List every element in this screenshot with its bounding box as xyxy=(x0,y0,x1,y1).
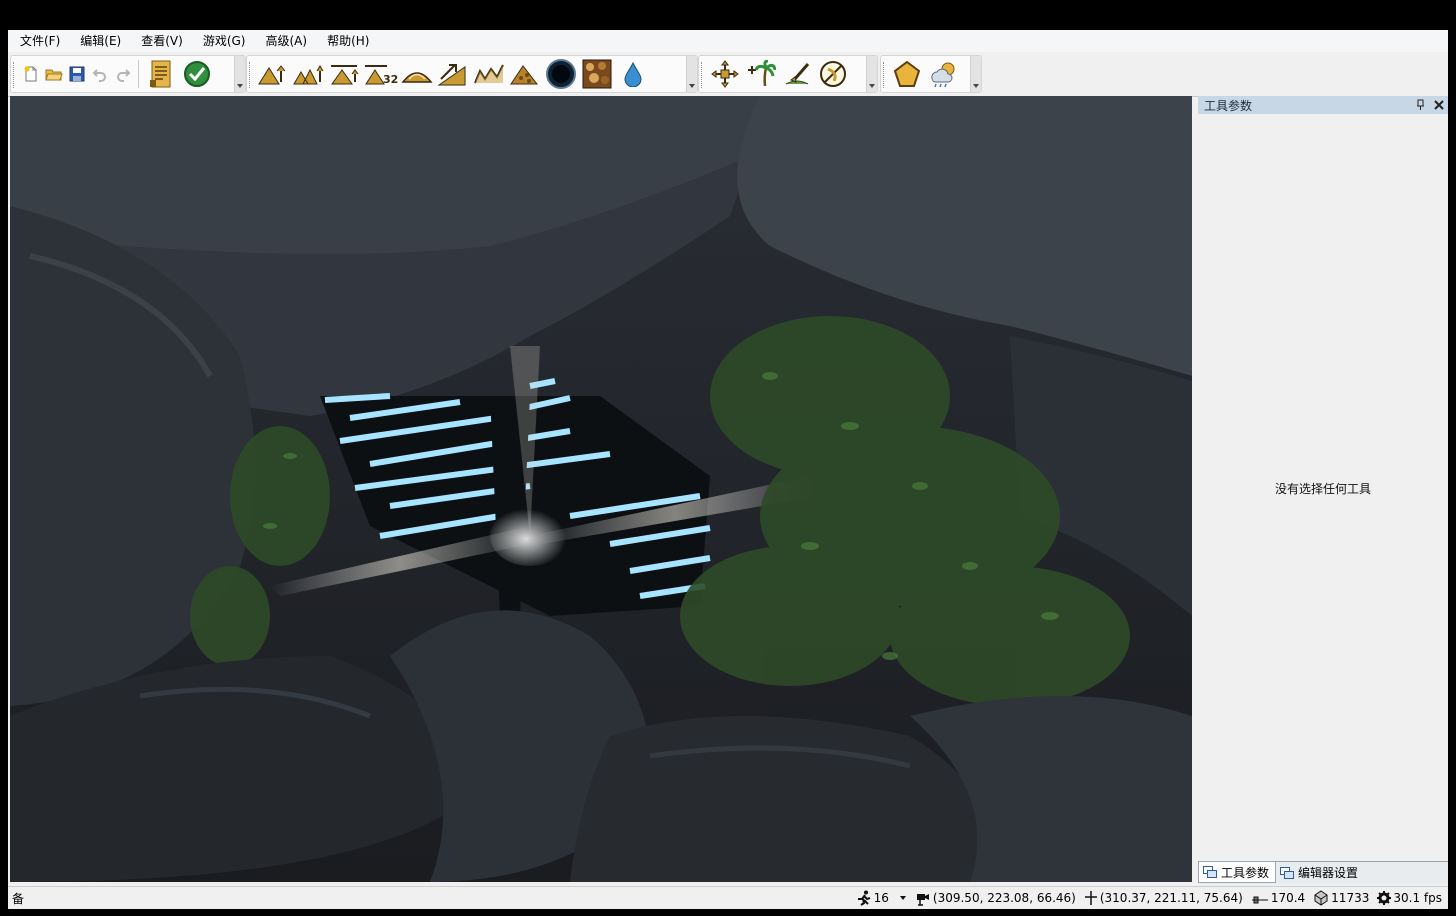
gear-icon xyxy=(1377,891,1392,905)
toolbar-group-file xyxy=(10,55,246,93)
panel-header: 工具参数 xyxy=(1198,96,1448,114)
menu-game[interactable]: 游戏(G) xyxy=(193,30,256,52)
menu-advanced[interactable]: 高级(A) xyxy=(255,30,317,52)
toolbar-separator xyxy=(138,60,139,88)
rock-pile-icon[interactable] xyxy=(507,57,543,91)
chevron-down-icon xyxy=(899,896,906,900)
save-icon[interactable] xyxy=(65,57,88,91)
toolbar-grip[interactable] xyxy=(883,62,886,88)
no-tool-selected-message: 没有选择任何工具 xyxy=(1274,481,1371,496)
toolbar-grip[interactable] xyxy=(13,62,16,88)
pin-icon[interactable] xyxy=(1412,96,1430,114)
draw-count-value: 11733 xyxy=(1331,891,1370,905)
settings-window-icon xyxy=(1280,866,1295,879)
panel-body: 没有选择任何工具 xyxy=(1198,114,1448,862)
raise-terrain-multi-icon[interactable] xyxy=(291,57,327,91)
tool-parameters-panel: 工具参数 没有选择任何工具 工具参数 编辑器设置 xyxy=(1198,96,1448,884)
redo-icon[interactable] xyxy=(111,57,134,91)
menu-view[interactable]: 查看(V) xyxy=(131,30,193,52)
raise-terrain-icon[interactable] xyxy=(255,57,291,91)
tab-label: 编辑器设置 xyxy=(1298,866,1359,880)
fps-value: 30.1 fps xyxy=(1393,891,1442,905)
toolbar-grip[interactable] xyxy=(701,62,704,88)
editor-window: 文件(F) 编辑(E) 查看(V) 游戏(G) 高级(A) 帮助(H) 32 工… xyxy=(8,30,1448,909)
close-icon[interactable] xyxy=(1430,96,1448,114)
water-drop-icon[interactable] xyxy=(615,57,651,91)
toolbar-overflow-button[interactable] xyxy=(970,56,981,92)
menu-bar: 文件(F) 编辑(E) 查看(V) 游戏(G) 高级(A) 帮助(H) xyxy=(8,30,1448,52)
validate-icon[interactable] xyxy=(179,57,215,91)
status-bar: 备 16 (309.50, 223.08, 66.46) (310.37, 22… xyxy=(8,886,1448,909)
speed-value: 16 xyxy=(873,891,889,905)
flatten-terrain-icon[interactable] xyxy=(327,57,363,91)
terrain-32-icon[interactable]: 32 xyxy=(363,57,399,91)
cave-scene-render xyxy=(10,96,1192,882)
terrain-number-badge: 32 xyxy=(383,73,398,86)
toolbar-group-terrain: 32 xyxy=(246,55,698,93)
toolbar-group-environment xyxy=(880,55,982,93)
menu-file[interactable]: 文件(F) xyxy=(8,30,70,52)
view-distance-value: 170.4 xyxy=(1270,891,1306,905)
tab-label: 工具参数 xyxy=(1221,865,1270,880)
open-folder-icon[interactable] xyxy=(42,57,65,91)
area-shape-icon[interactable] xyxy=(889,57,925,91)
smooth-hill-icon[interactable] xyxy=(399,57,435,91)
fps-readout: 30.1 fps xyxy=(1377,891,1442,905)
undo-icon[interactable] xyxy=(88,57,111,91)
camera-position-readout: (309.50, 223.08, 66.46) xyxy=(915,890,1076,906)
draw-count-readout: 11733 xyxy=(1313,890,1369,906)
ramp-icon[interactable] xyxy=(435,57,471,91)
notes-icon[interactable] xyxy=(143,57,179,91)
menu-help[interactable]: 帮助(H) xyxy=(317,30,379,52)
toolbar: 32 xyxy=(8,52,1448,97)
new-file-icon[interactable] xyxy=(19,57,42,91)
menu-edit[interactable]: 编辑(E) xyxy=(70,30,131,52)
toolbar-group-objects xyxy=(698,55,878,93)
camera-icon xyxy=(916,894,929,906)
cursor-position-readout: (310.37, 221.11, 75.64) xyxy=(1084,890,1243,906)
brush-paint-icon[interactable] xyxy=(779,57,815,91)
panel-title: 工具参数 xyxy=(1204,98,1253,113)
toolbar-overflow-button[interactable] xyxy=(234,56,245,92)
status-text: 备 xyxy=(12,891,25,906)
3d-viewport[interactable] xyxy=(10,96,1192,882)
cursor-position-value: (310.37, 221.11, 75.64) xyxy=(1099,891,1243,905)
toolbar-grip[interactable] xyxy=(249,62,252,88)
running-man-icon xyxy=(857,890,870,906)
view-distance-readout: 170.4 xyxy=(1251,891,1305,905)
toolbar-overflow-button[interactable] xyxy=(866,56,877,92)
tab-tool-parameters[interactable]: 工具参数 xyxy=(1198,862,1277,883)
toolbar-overflow-button[interactable] xyxy=(686,56,697,92)
hole-icon[interactable] xyxy=(543,57,579,91)
view-distance-icon xyxy=(1251,896,1268,904)
speed-control[interactable]: 16 xyxy=(856,890,907,906)
texture-paint-icon[interactable] xyxy=(579,57,615,91)
crosshair-icon xyxy=(1084,891,1097,905)
object-move-icon[interactable] xyxy=(707,57,743,91)
height-noise-icon[interactable] xyxy=(471,57,507,91)
properties-icon xyxy=(1203,866,1217,878)
panel-tabs: 工具参数 编辑器设置 xyxy=(1198,861,1448,884)
tab-editor-settings[interactable]: 编辑器设置 xyxy=(1276,862,1364,883)
objects-icon xyxy=(1314,890,1328,906)
weather-icon[interactable] xyxy=(925,57,961,91)
vegetation-icon[interactable] xyxy=(743,57,779,91)
camera-position-value: (309.50, 223.08, 66.46) xyxy=(932,891,1076,905)
road-tool-icon[interactable] xyxy=(815,57,851,91)
